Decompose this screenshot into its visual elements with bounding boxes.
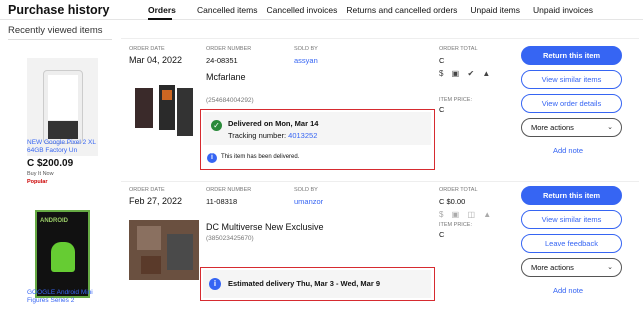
view-order-details-button[interactable]: View order details bbox=[521, 94, 622, 113]
order-total: C bbox=[439, 56, 445, 65]
chevron-down-icon: ⌄ bbox=[607, 264, 613, 271]
tracking-number-link[interactable]: 4013252 bbox=[288, 131, 317, 140]
recent-item-title-pixel[interactable]: NEW Google Pixel 2 XL 64GB Factory Un bbox=[27, 139, 102, 155]
seller-link[interactable]: assyan bbox=[294, 56, 318, 65]
item-price: C bbox=[439, 105, 445, 114]
order-date: Feb 27, 2022 bbox=[129, 196, 183, 206]
item-price-label: ITEM PRICE: bbox=[439, 97, 473, 103]
order-total: C $0.00 bbox=[439, 197, 466, 206]
info-icon: i bbox=[209, 278, 221, 290]
view-similar-button[interactable]: View similar items bbox=[521, 70, 622, 89]
tab-unpaid-invoices[interactable]: Unpaid invoices bbox=[533, 0, 593, 20]
add-note-link[interactable]: Add note bbox=[553, 146, 583, 155]
item-number: (254684004292) bbox=[206, 97, 254, 104]
order-card: ORDER DATE Feb 27, 2022 ORDER NUMBER 11-… bbox=[121, 181, 639, 317]
recent-item-badge: Popular bbox=[27, 179, 48, 185]
tab-returns-cancelled[interactable]: Returns and cancelled orders bbox=[346, 0, 457, 20]
order-date-label: ORDER DATE bbox=[129, 187, 165, 193]
order-date: Mar 04, 2022 bbox=[129, 55, 183, 65]
more-actions-label: More actions bbox=[531, 123, 574, 132]
recent-item-buy-format: Buy It Now bbox=[27, 171, 54, 177]
order-number-label: ORDER NUMBER bbox=[206, 187, 252, 193]
orders-list: ORDER DATE Mar 04, 2022 ORDER NUMBER 24-… bbox=[121, 22, 639, 317]
order-total-label: ORDER TOTAL bbox=[439, 187, 478, 193]
item-number: (385023425670) bbox=[206, 235, 254, 242]
tab-cancelled-invoices[interactable]: Cancelled invoices bbox=[266, 0, 337, 20]
more-actions-label: More actions bbox=[531, 263, 574, 272]
tab-cancelled-items[interactable]: Cancelled items bbox=[197, 0, 257, 20]
delivery-status-box: i Estimated delivery Thu, Mar 3 - Wed, M… bbox=[200, 267, 435, 301]
android-image-text: ANDROID bbox=[40, 218, 68, 224]
delivery-status-text: Estimated delivery Thu, Mar 3 - Wed, Mar… bbox=[228, 279, 380, 288]
phone-icon bbox=[43, 70, 83, 144]
product-image-android[interactable]: ANDROID bbox=[35, 210, 90, 298]
return-item-button[interactable]: Return this item bbox=[521, 186, 622, 205]
sold-by-label: SOLD BY bbox=[294, 46, 318, 52]
item-title-link[interactable]: DC Multiverse New Exclusive bbox=[206, 222, 324, 232]
order-status-icons: $ ▣ ◫ ▲ bbox=[439, 210, 495, 219]
sidebar-title: Recently viewed items bbox=[8, 25, 103, 36]
recent-item-price: C $200.09 bbox=[27, 158, 74, 169]
recent-item-title-android[interactable]: GOOGLE Android Mini Figures Series 2 bbox=[27, 289, 102, 305]
more-actions-dropdown[interactable]: More actions ⌄ bbox=[521, 258, 622, 277]
order-status-icons: $ ▣ ✔ ▲ bbox=[439, 69, 494, 78]
add-note-link[interactable]: Add note bbox=[553, 286, 583, 295]
tracking-label: Tracking number: bbox=[228, 131, 287, 140]
order-date-label: ORDER DATE bbox=[129, 46, 165, 52]
order-number: 11-08318 bbox=[206, 197, 238, 206]
delivery-status-box: ✓ Delivered on Mon, Mar 14 Tracking numb… bbox=[200, 109, 435, 170]
tab-orders[interactable]: Orders bbox=[148, 0, 176, 20]
order-number: 24-08351 bbox=[206, 56, 238, 65]
check-icon: ✓ bbox=[211, 120, 222, 131]
item-price: C bbox=[439, 230, 445, 239]
item-thumbnail[interactable] bbox=[129, 82, 197, 142]
sold-by-label: SOLD BY bbox=[294, 187, 318, 193]
more-actions-dropdown[interactable]: More actions ⌄ bbox=[521, 118, 622, 137]
recently-viewed-sidebar: Recently viewed items NEW Google Pixel 2… bbox=[0, 22, 118, 317]
page-title: Purchase history bbox=[8, 3, 110, 17]
delivery-note: This item has been delivered. bbox=[221, 154, 300, 160]
info-icon: i bbox=[207, 153, 217, 163]
tab-bar: Orders Cancelled items Cancelled invoice… bbox=[148, 0, 593, 20]
page-header: Purchase history Orders Cancelled items … bbox=[0, 0, 643, 20]
item-thumbnail[interactable] bbox=[129, 220, 199, 280]
leave-feedback-button[interactable]: Leave feedback bbox=[521, 234, 622, 253]
seller-link[interactable]: umanzor bbox=[294, 197, 323, 206]
divider bbox=[8, 39, 112, 40]
order-total-label: ORDER TOTAL bbox=[439, 46, 478, 52]
delivery-status-text: Delivered on Mon, Mar 14 bbox=[228, 119, 319, 128]
view-similar-button[interactable]: View similar items bbox=[521, 210, 622, 229]
item-price-label: ITEM PRICE: bbox=[439, 222, 473, 228]
order-number-label: ORDER NUMBER bbox=[206, 46, 252, 52]
chevron-down-icon: ⌄ bbox=[607, 124, 613, 131]
order-card: ORDER DATE Mar 04, 2022 ORDER NUMBER 24-… bbox=[121, 38, 639, 186]
return-item-button[interactable]: Return this item bbox=[521, 46, 622, 65]
android-icon bbox=[51, 242, 75, 272]
tab-unpaid-items[interactable]: Unpaid items bbox=[470, 0, 520, 20]
item-title-link[interactable]: Mcfarlane bbox=[206, 72, 246, 82]
